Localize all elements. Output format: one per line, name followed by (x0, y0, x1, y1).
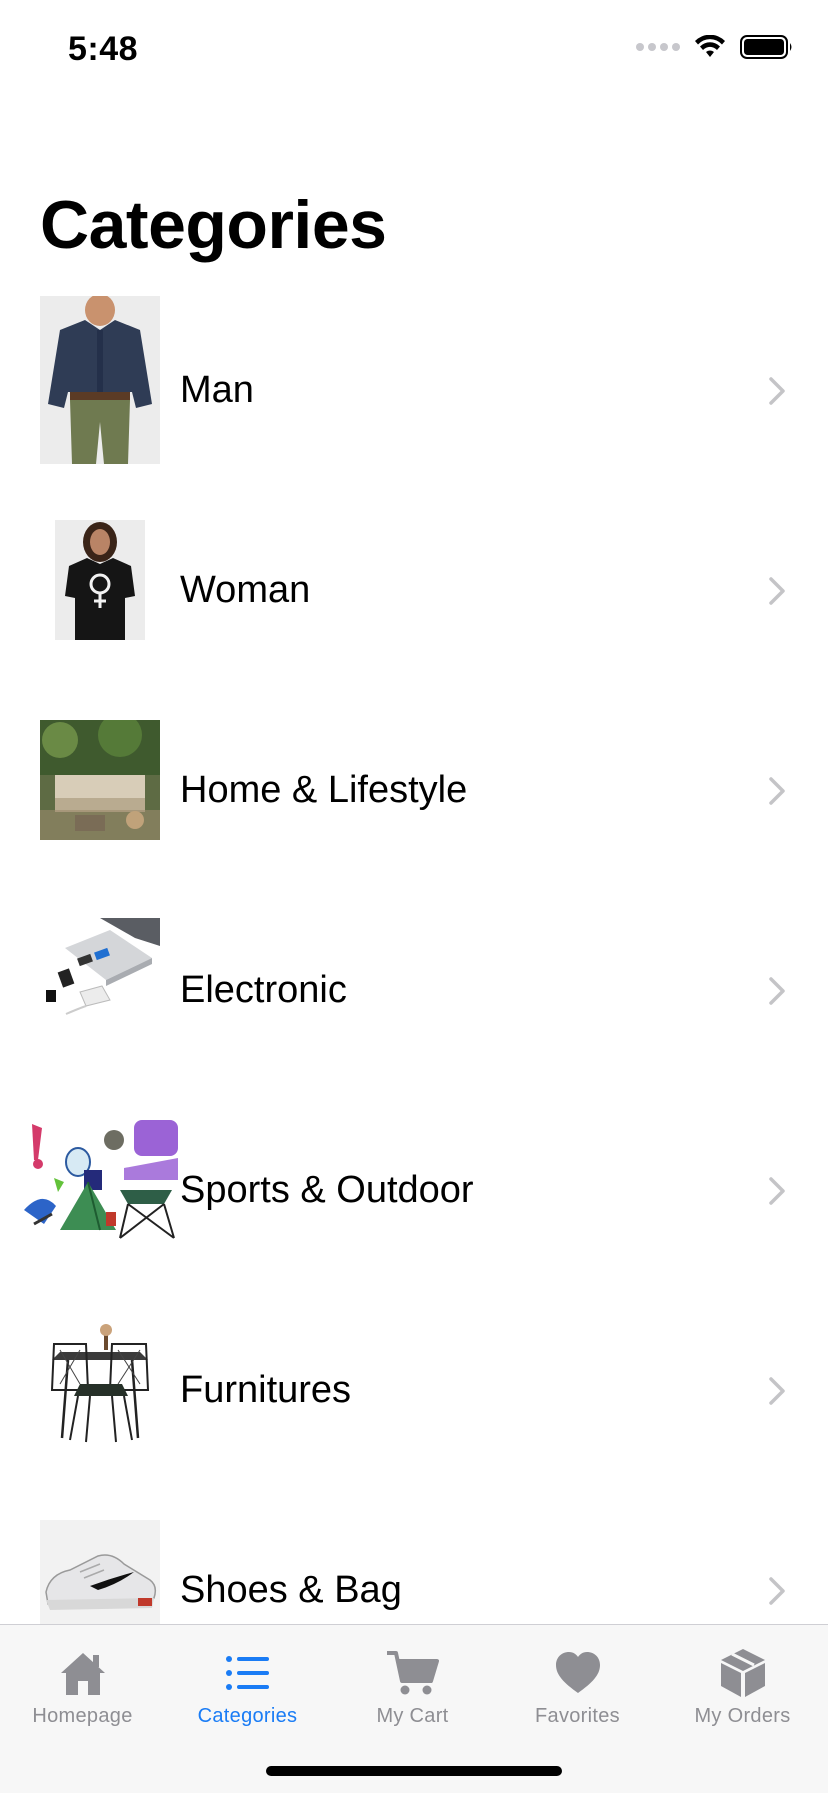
status-time: 5:48 (68, 30, 139, 68)
chevron-right-icon (769, 577, 785, 605)
category-row-shoes-bag[interactable]: Shoes & Bag (0, 1490, 828, 1624)
usb-hub-photo (40, 918, 160, 1024)
heart-icon (550, 1645, 606, 1701)
chevron-right-icon (769, 777, 785, 805)
category-row-man[interactable]: Man (0, 290, 828, 490)
battery-icon (740, 35, 792, 59)
woman-tshirt-photo (55, 520, 145, 640)
tab-favorites[interactable]: Favorites (495, 1625, 660, 1737)
cart-icon (385, 1645, 441, 1701)
category-label: Woman (180, 569, 311, 611)
category-row-sports-outdoor[interactable]: Sports & Outdoor (0, 1090, 828, 1290)
category-label: Sports & Outdoor (180, 1169, 474, 1211)
home-indicator (266, 1766, 562, 1776)
tab-label: Favorites (535, 1705, 620, 1727)
category-row-furnitures[interactable]: Furnitures (0, 1290, 828, 1490)
home-icon (55, 1645, 111, 1701)
category-list: Man Woman Home & Lifestyle Electronic Sp… (0, 290, 828, 1624)
tab-label: Homepage (32, 1705, 133, 1727)
sneaker-photo (40, 1520, 160, 1624)
category-label: Home & Lifestyle (180, 769, 468, 811)
man-shirt-photo (40, 296, 160, 464)
tab-my-orders[interactable]: My Orders (660, 1625, 825, 1737)
category-row-woman[interactable]: Woman (0, 490, 828, 690)
tab-label: My Orders (694, 1705, 791, 1727)
chevron-right-icon (769, 1577, 785, 1605)
category-label: Electronic (180, 969, 347, 1011)
patio-lounge-photo (40, 720, 160, 840)
tab-my-cart[interactable]: My Cart (330, 1625, 495, 1737)
page-title: Categories (40, 187, 387, 263)
chevron-right-icon (769, 1377, 785, 1405)
sports-gear-photo (24, 1120, 178, 1240)
status-bar: 5:48 (0, 0, 828, 100)
chevron-right-icon (769, 377, 785, 405)
list-icon (220, 1645, 276, 1701)
chevron-right-icon (769, 977, 785, 1005)
table-chairs-photo (40, 1320, 160, 1458)
category-label: Furnitures (180, 1369, 352, 1411)
cellular-signal-icon (636, 43, 680, 51)
chevron-right-icon (769, 1177, 785, 1205)
category-label: Man (180, 369, 254, 411)
tab-label: My Cart (376, 1705, 449, 1727)
box-icon (715, 1645, 771, 1701)
category-label: Shoes & Bag (180, 1569, 402, 1611)
category-row-electronic[interactable]: Electronic (0, 890, 828, 1090)
category-row-home-lifestyle[interactable]: Home & Lifestyle (0, 690, 828, 890)
tab-categories[interactable]: Categories (165, 1625, 330, 1737)
tab-label: Categories (197, 1705, 298, 1727)
tab-homepage[interactable]: Homepage (0, 1625, 165, 1737)
wifi-icon (695, 35, 725, 57)
status-indicators (636, 34, 794, 60)
